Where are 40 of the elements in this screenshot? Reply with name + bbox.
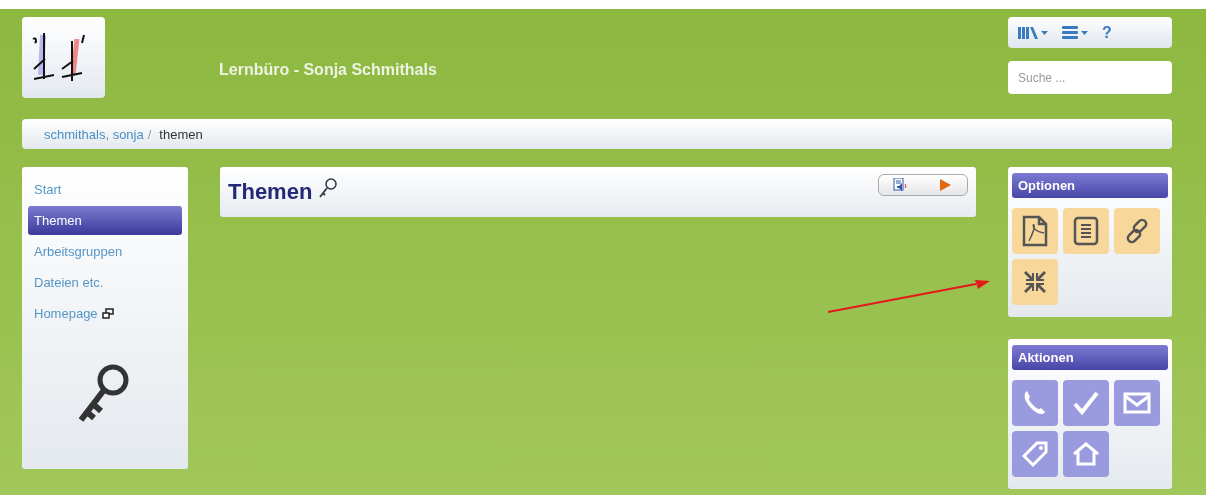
external-window-icon (101, 308, 114, 319)
panel-title: Aktionen (1012, 345, 1168, 370)
help-button[interactable]: ? (1102, 23, 1112, 42)
breadcrumb-link[interactable]: schmithals, sonja (44, 126, 144, 142)
nav-link[interactable]: Start (28, 175, 182, 204)
text-button[interactable] (1063, 208, 1109, 254)
caret-icon (1081, 30, 1088, 35)
mail-button[interactable] (1114, 380, 1160, 426)
library-menu-button[interactable] (1018, 26, 1048, 39)
nav-link[interactable]: Arbeitsgruppen (28, 237, 182, 266)
mail-icon (1122, 391, 1152, 415)
document-icon (1072, 216, 1100, 246)
page-title: Themen (228, 179, 313, 205)
tag-button[interactable] (1012, 431, 1058, 477)
tag-icon (1020, 439, 1050, 469)
logo[interactable] (22, 17, 105, 98)
nav-link[interactable]: Homepage (28, 299, 182, 328)
collapse-button[interactable] (1012, 259, 1058, 305)
breadcrumb-separator: / (147, 126, 152, 142)
home-button[interactable] (1063, 431, 1109, 477)
pdf-button[interactable] (1012, 208, 1058, 254)
link-button[interactable] (1114, 208, 1160, 254)
caret-icon (1041, 30, 1048, 35)
books-icon (1018, 26, 1038, 39)
phone-button[interactable] (1012, 380, 1058, 426)
search-field[interactable]: Suche ... (1008, 61, 1172, 94)
nav-link[interactable]: Dateien etc. (28, 268, 182, 297)
site-title: Lernbüro - Sonja Schmithals (219, 60, 438, 79)
home-icon (1071, 440, 1101, 468)
panel-title: Optionen (1012, 173, 1168, 198)
collapse-icon (1022, 269, 1048, 295)
check-button[interactable] (1063, 380, 1109, 426)
speaker-document-icon (893, 178, 909, 192)
play-icon (939, 179, 951, 191)
menu-icon (1062, 26, 1078, 39)
menu-button[interactable] (1062, 26, 1088, 39)
nav-link[interactable]: Themen (28, 206, 182, 235)
key-icon (318, 177, 339, 199)
pdf-file-icon (1021, 215, 1049, 247)
current-page-label: themen (159, 126, 203, 142)
